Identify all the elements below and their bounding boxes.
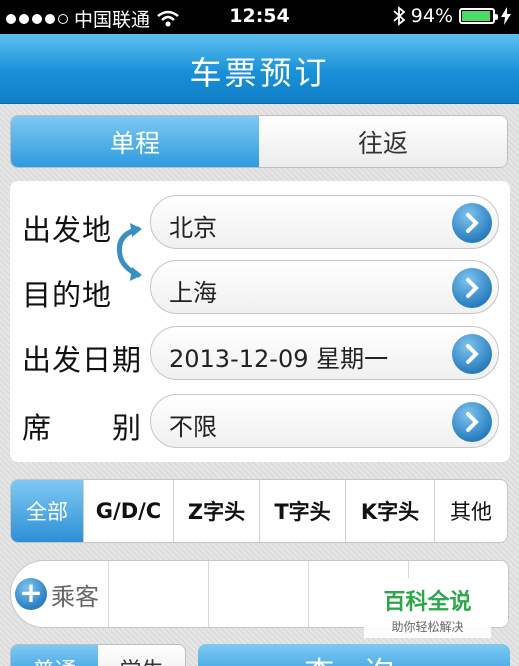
trip-type-segment: 单程 往返 — [10, 115, 508, 168]
query-button[interactable]: 查 询 — [198, 644, 510, 666]
to-value: 上海 — [169, 279, 217, 307]
date-label: 出发日期 — [22, 343, 143, 377]
chevron-right-icon[interactable] — [452, 268, 492, 308]
train-type-t[interactable]: T字头 — [260, 480, 346, 542]
status-bar: 中国联通 12:54 94% — [0, 0, 519, 34]
status-right: 94% — [393, 5, 511, 27]
passenger-slot[interactable] — [109, 561, 209, 627]
to-label: 目的地 — [22, 278, 113, 312]
passenger-slot[interactable] — [209, 561, 309, 627]
nav-bar: 车票预订 — [0, 34, 519, 104]
ticket-type-segment: 普通 学生 — [10, 644, 186, 666]
date-field[interactable]: 2013-12-09 星期一 — [150, 326, 499, 380]
chevron-right-icon[interactable] — [452, 334, 492, 374]
seat-field[interactable]: 不限 — [150, 394, 499, 448]
train-type-gdc[interactable]: G/D/C — [84, 480, 174, 542]
chevron-right-icon[interactable] — [452, 203, 492, 243]
train-type-k[interactable]: K字头 — [346, 480, 435, 542]
charging-icon — [501, 7, 511, 25]
add-passenger-button[interactable]: + 乘客 — [11, 561, 109, 627]
from-value: 北京 — [169, 214, 217, 242]
page-title: 车票预订 — [189, 54, 330, 92]
plus-icon: + — [15, 578, 47, 610]
bluetooth-icon — [393, 6, 405, 26]
seat-label: 席 别 — [22, 411, 143, 445]
train-type-tabs: 全部 G/D/C Z字头 T字头 K字头 其他 — [10, 479, 508, 543]
train-type-z[interactable]: Z字头 — [174, 480, 260, 542]
to-field[interactable]: 上海 — [150, 260, 499, 314]
swap-stations-icon[interactable] — [110, 221, 146, 283]
ticket-student-button[interactable]: 学生 — [98, 645, 185, 666]
booking-form: 出发地 目的地 出发日期 席 别 北京 上海 2013-12-09 星期一 不限 — [10, 181, 510, 462]
watermark: 百科全说 助你轻松解决 — [364, 578, 491, 638]
seat-value: 不限 — [169, 413, 217, 441]
from-field[interactable]: 北京 — [150, 195, 499, 249]
battery-fill — [462, 11, 491, 21]
from-label: 出发地 — [22, 213, 113, 247]
ticket-normal-button[interactable]: 普通 — [11, 645, 98, 666]
train-type-all[interactable]: 全部 — [11, 480, 84, 542]
tab-round-trip[interactable]: 往返 — [259, 116, 507, 167]
add-passenger-label: 乘客 — [51, 582, 99, 611]
train-type-other[interactable]: 其他 — [435, 480, 507, 542]
battery-icon — [459, 8, 498, 24]
watermark-subtitle: 助你轻松解决 — [391, 620, 464, 634]
tab-one-way[interactable]: 单程 — [11, 116, 259, 167]
chevron-right-icon[interactable] — [452, 402, 492, 442]
battery-percent: 94% — [410, 5, 453, 27]
date-value: 2013-12-09 星期一 — [169, 345, 389, 373]
watermark-title: 百科全说 — [383, 590, 472, 615]
